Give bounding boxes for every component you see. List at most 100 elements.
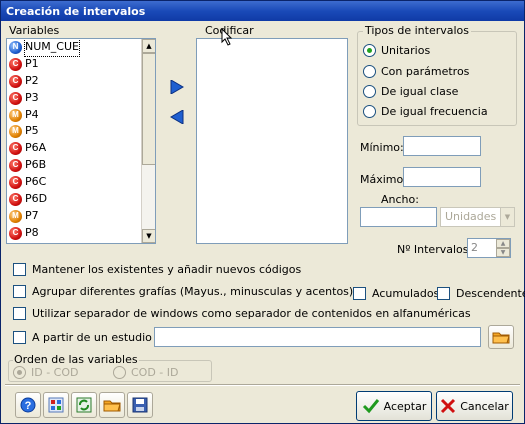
variable-type-icon: M <box>9 209 22 223</box>
variable-list-item[interactable]: C P6B <box>7 157 141 174</box>
scroll-thumb[interactable] <box>142 53 155 165</box>
variable-list-item[interactable]: M P4 <box>7 107 141 124</box>
radio-igual-frecuencia[interactable]: De igual frecuencia <box>363 105 488 118</box>
arrow-left-icon <box>170 110 184 124</box>
settings-button[interactable] <box>43 392 69 418</box>
radio-unitarios[interactable]: Unitarios <box>363 44 430 57</box>
help-icon: ? <box>20 397 36 413</box>
radio-cod-id[interactable]: COD - ID <box>113 366 179 379</box>
radio-igual-clase[interactable]: De igual clase <box>363 85 458 98</box>
radio-label: COD - ID <box>131 366 179 379</box>
variable-name: P8 <box>25 225 39 239</box>
checkbox-label: Acumulados <box>372 287 440 300</box>
browse-estudio-button[interactable] <box>488 325 514 349</box>
acumulados-checkbox[interactable]: Acumulados <box>353 287 439 300</box>
maximo-input[interactable] <box>403 167 481 187</box>
minimo-input[interactable] <box>403 136 481 156</box>
variable-type-icon: M <box>9 108 22 122</box>
radio-con-parametros[interactable]: Con parámetros <box>363 65 469 78</box>
variable-name: P4 <box>25 107 39 121</box>
variable-name: P2 <box>25 73 39 87</box>
svg-text:?: ? <box>25 400 32 412</box>
variable-list-item[interactable]: C P6A <box>7 140 141 157</box>
intervalos-spinner[interactable]: 2 ▲ ▼ <box>467 238 511 258</box>
ancho-input[interactable] <box>360 207 437 227</box>
checkbox-box <box>437 287 450 300</box>
move-left-button[interactable] <box>166 108 188 126</box>
radio-dot <box>113 366 126 379</box>
radio-dot <box>363 85 376 98</box>
refresh-button[interactable] <box>71 392 97 418</box>
checkbox-box <box>13 285 26 298</box>
cancelar-label: Cancelar <box>460 399 509 413</box>
variables-scrollbar[interactable]: ▲ ▼ <box>141 39 155 243</box>
variables-label: Variables <box>9 24 60 37</box>
open-button[interactable] <box>99 392 125 418</box>
folder-icon <box>492 332 510 344</box>
window-title: Creación de intervalos <box>6 5 146 18</box>
dialog-window: Creación de intervalos Variables N NUM_CU… <box>0 0 525 424</box>
refresh-icon <box>76 397 92 413</box>
save-button[interactable] <box>127 392 153 418</box>
agrupar-checkbox[interactable]: Agrupar diferentes grafías (Mayus., minu… <box>13 285 353 298</box>
settings-icon <box>48 397 64 413</box>
cancelar-button[interactable]: Cancelar <box>436 391 513 421</box>
variables-listbox[interactable]: N NUM_CUE C P1 C P2 C P3 M P4 M P5 C P6A C P6B C P6C C P6D M… <box>6 38 156 244</box>
scroll-up-button[interactable]: ▲ <box>142 39 155 53</box>
save-icon <box>132 397 148 413</box>
checkbox-box <box>13 263 26 276</box>
checkbox-box <box>353 287 366 300</box>
spin-down-icon[interactable]: ▼ <box>496 248 510 257</box>
unidades-select[interactable]: Unidades ▼ <box>440 207 515 227</box>
variable-list-item[interactable]: C P2 <box>7 73 141 90</box>
variable-name: P6C <box>25 175 47 189</box>
tipos-label: Tipos de intervalos <box>363 24 472 37</box>
checkbox-label: A partir de un estudio <box>32 331 152 344</box>
variable-list-item[interactable]: C P6C <box>7 174 141 191</box>
variable-name: NUM_CUE <box>24 39 80 57</box>
help-button[interactable]: ? <box>15 392 41 418</box>
variable-name: P5 <box>25 124 39 138</box>
aceptar-label: Aceptar <box>383 399 427 413</box>
folder-open-icon <box>103 400 121 412</box>
variable-type-icon: N <box>9 40 22 54</box>
variable-type-icon: C <box>9 57 22 71</box>
maximo-label: Máximo: <box>360 173 407 186</box>
mantener-checkbox[interactable]: Mantener los existentes y añadir nuevos … <box>13 263 301 276</box>
variables-list: N NUM_CUE C P1 C P2 C P3 M P4 M P5 C P6A C P6B C P6C C P6D M… <box>7 39 141 242</box>
orden-label: Orden de las variables <box>13 353 139 366</box>
variable-type-icon: C <box>9 226 22 240</box>
radio-id-cod[interactable]: ID - COD <box>13 366 79 379</box>
spin-up-icon[interactable]: ▲ <box>496 239 510 248</box>
divider <box>5 384 520 386</box>
variable-name: P6A <box>25 141 47 155</box>
variable-list-item[interactable]: C P1 <box>7 56 141 73</box>
scroll-down-button[interactable]: ▼ <box>142 229 155 243</box>
title-bar: Creación de intervalos <box>1 1 524 21</box>
variable-list-item[interactable]: C P8 <box>7 225 141 242</box>
variable-type-icon: C <box>9 176 22 190</box>
separador-checkbox[interactable]: Utilizar separador de windows como separ… <box>13 307 471 320</box>
variable-list-item[interactable]: C P6D <box>7 191 141 208</box>
radio-label: De igual clase <box>381 85 459 98</box>
variable-name: P7 <box>25 208 39 222</box>
variable-list-item[interactable]: C P3 <box>7 90 141 107</box>
radio-dot <box>13 366 26 379</box>
checkmark-icon <box>362 399 379 414</box>
intervalos-value: 2 <box>471 241 478 254</box>
codificar-listbox[interactable] <box>196 38 348 244</box>
arrow-right-icon <box>170 80 184 94</box>
checkbox-box <box>13 307 26 320</box>
radio-dot <box>363 65 376 78</box>
radio-dot <box>363 105 376 118</box>
descendente-checkbox[interactable]: Descendente <box>437 287 525 300</box>
checkbox-label: Agrupar diferentes grafías (Mayus., minu… <box>32 285 354 298</box>
checkbox-box <box>13 331 26 344</box>
aceptar-button[interactable]: Aceptar <box>356 391 432 421</box>
move-right-button[interactable] <box>166 78 188 96</box>
variable-list-item[interactable]: M P7 <box>7 208 141 225</box>
estudio-path-input[interactable] <box>154 327 481 347</box>
variable-list-item[interactable]: N NUM_CUE <box>7 39 141 57</box>
estudio-checkbox[interactable]: A partir de un estudio <box>13 331 152 344</box>
variable-list-item[interactable]: M P5 <box>7 123 141 140</box>
